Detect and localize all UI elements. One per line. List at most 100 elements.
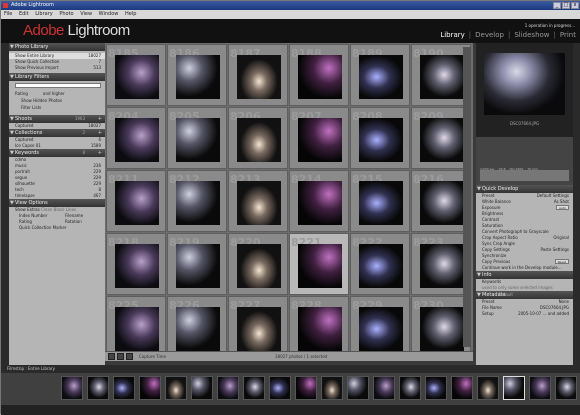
filmstrip-thumbnail[interactable] [321, 376, 343, 400]
photo-thumbnail[interactable] [176, 244, 220, 288]
menu-help[interactable]: Help [125, 11, 136, 17]
filmstrip-thumbnail[interactable] [139, 376, 161, 400]
loupe-icon[interactable] [117, 353, 124, 360]
photo-thumbnail[interactable] [359, 307, 403, 351]
grid-cell[interactable]: 8213 [228, 170, 288, 232]
photo-thumbnail[interactable] [420, 181, 464, 225]
photo-thumbnail[interactable] [115, 307, 159, 351]
filmstrip-thumbnail[interactable] [87, 376, 109, 400]
grid-cell[interactable]: 8227 [228, 296, 288, 358]
grid-cell[interactable]: 8188 [289, 44, 349, 106]
show-previous-import[interactable]: Show Previous Import 513 [9, 65, 105, 71]
menu-view[interactable]: View [80, 11, 92, 17]
grid-cell[interactable]: 8209 [411, 107, 471, 169]
photo-thumbnail[interactable] [359, 55, 403, 99]
photo-thumbnail[interactable] [176, 181, 220, 225]
menu-library[interactable]: Library [35, 11, 52, 17]
photo-thumbnail[interactable] [237, 55, 281, 99]
filmstrip-thumbnail[interactable] [477, 376, 499, 400]
sort-order[interactable]: Capture Time [139, 354, 166, 359]
menu-edit[interactable]: Edit [19, 11, 29, 17]
photo-thumbnail[interactable] [237, 118, 281, 162]
grid-cell[interactable]: 8215 [350, 170, 410, 232]
grid-cell[interactable]: 8223 [411, 233, 471, 295]
show-hidden-photos[interactable]: Show Hidden Photos [15, 98, 62, 104]
filmstrip-thumbnail[interactable] [425, 376, 447, 400]
grid-cell[interactable]: 8187 [228, 44, 288, 106]
photo-thumbnail[interactable] [420, 244, 464, 288]
filmstrip-thumbnail[interactable] [295, 376, 317, 400]
photo-thumbnail[interactable] [115, 244, 159, 288]
photo-thumbnail[interactable] [176, 307, 220, 351]
view-options-header[interactable]: ▼ View Options [9, 199, 105, 207]
right-panel-toggle[interactable] [573, 43, 580, 365]
minimize-button[interactable]: _ [553, 2, 561, 9]
grid-cell[interactable]: 8211 [106, 170, 166, 232]
quick-collection-marker-checkbox[interactable]: Quick Collection Marker [9, 225, 105, 231]
filmstrip-thumbnail[interactable] [503, 376, 525, 400]
filmstrip-thumbnail[interactable] [191, 376, 213, 400]
filmstrip-thumbnail[interactable] [217, 376, 239, 400]
grid-cell[interactable]: 8221 [289, 233, 349, 295]
photo-thumbnail[interactable] [237, 307, 281, 351]
grid-cell[interactable]: 8222 [350, 233, 410, 295]
grid-cell[interactable]: 8214 [289, 170, 349, 232]
grid-cell[interactable]: 8230 [411, 296, 471, 358]
photo-thumbnail[interactable] [115, 118, 159, 162]
shoots-panel-header[interactable]: ▼ Shoots 1963 + [9, 115, 105, 123]
filmstrip-thumbnail[interactable] [243, 376, 265, 400]
filmstrip-thumbnail[interactable] [451, 376, 473, 400]
grid-cell[interactable]: 8225 [106, 296, 166, 358]
grid-cell[interactable]: 8204 [106, 107, 166, 169]
filmstrip-thumbnail[interactable] [165, 376, 187, 400]
photo-thumbnail[interactable] [420, 307, 464, 351]
photo-thumbnail[interactable] [176, 55, 220, 99]
photo-thumbnail[interactable] [115, 181, 159, 225]
grid-cell[interactable]: 8206 [228, 107, 288, 169]
search-input[interactable] [15, 83, 101, 88]
photo-grid[interactable]: 8185 8186 8187 8188 8189 8190 8204 8205 8206 8207… [105, 43, 473, 359]
photo-thumbnail[interactable] [420, 55, 464, 99]
filmstrip-thumbnail[interactable] [373, 376, 395, 400]
grid-cell[interactable]: 8226 [167, 296, 227, 358]
grid-cell[interactable]: 8216 [411, 170, 471, 232]
grid-cell[interactable]: 8190 [411, 44, 471, 106]
menu-photo[interactable]: Photo [59, 11, 73, 17]
menu-file[interactable]: File [4, 11, 12, 17]
grid-cell[interactable]: 8220 [228, 233, 288, 295]
filters-panel-header[interactable]: ▼ Library Filters [9, 73, 105, 81]
grid-scrollbar[interactable] [463, 47, 471, 347]
grid-cell[interactable]: 8229 [350, 296, 410, 358]
grid-cell[interactable]: 8189 [350, 44, 410, 106]
module-slideshow[interactable]: Slideshow [514, 31, 549, 39]
photo-thumbnail[interactable] [237, 181, 281, 225]
grid-cell[interactable]: 8219 [167, 233, 227, 295]
filmstrip-thumbnail[interactable] [555, 376, 577, 400]
grid-cell[interactable]: 8212 [167, 170, 227, 232]
metadata-header[interactable]: ▼ Metadata Default [476, 291, 573, 299]
filmstrip-source[interactable]: Entire Library [28, 366, 55, 371]
module-develop[interactable]: Develop [475, 31, 504, 39]
photo-thumbnail[interactable] [359, 244, 403, 288]
filmstrip-thumbnail[interactable] [61, 376, 83, 400]
grid-cell[interactable]: 8228 [289, 296, 349, 358]
photo-thumbnail[interactable] [298, 118, 342, 162]
quick-develop-header[interactable]: ▼ Quick Develop [476, 185, 573, 193]
library-panel-header[interactable]: ▼ Photo Library [9, 43, 105, 51]
filmstrip-thumbnail[interactable] [113, 376, 135, 400]
grid-cell[interactable]: 8207 [289, 107, 349, 169]
compare-icon[interactable] [126, 353, 133, 360]
grid-cell[interactable]: 8208 [350, 107, 410, 169]
left-panel-toggle[interactable] [1, 43, 9, 365]
filmstrip-thumbnail[interactable] [347, 376, 369, 400]
rating-filter[interactable]: Rating and higher [9, 91, 105, 97]
maximize-button[interactable]: □ [562, 2, 570, 9]
photo-thumbnail[interactable] [359, 181, 403, 225]
grid-cell[interactable]: 8218 [106, 233, 166, 295]
photo-thumbnail[interactable] [298, 244, 342, 288]
photo-thumbnail[interactable] [359, 118, 403, 162]
menu-window[interactable]: Window [99, 11, 119, 17]
module-library[interactable]: Library [440, 31, 464, 39]
photo-thumbnail[interactable] [115, 55, 159, 99]
navigator-preview[interactable]: DSC07664.JPG [476, 43, 573, 137]
